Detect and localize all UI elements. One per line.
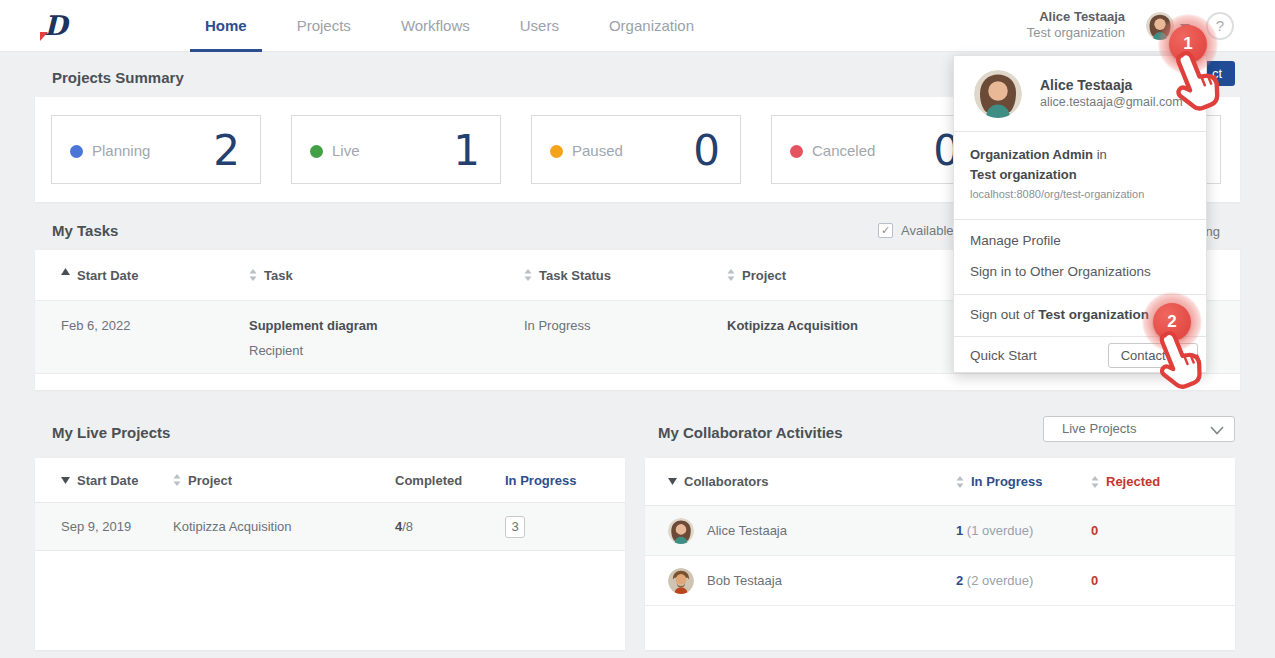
task-name[interactable]: Supplement diagram [249,318,524,333]
task-status: In Progress [524,301,727,373]
dropdown-user-name: Alice Testaaja [1040,77,1183,94]
card-label: Live [332,142,360,159]
col-task-status[interactable]: Task Status [524,268,727,283]
org-url: localhost:8080/org/test-organization [970,185,1190,203]
my-live-projects-panel: Start Date Project Completed In Progress… [35,458,625,650]
chevron-down-icon [1210,426,1224,435]
col-collaborators[interactable]: Collaborators [668,474,956,489]
lp-in-progress-cell: 3 [505,516,625,538]
user-info[interactable]: Alice Testaaja Test organization [1027,9,1125,41]
task-role: Recipient [249,343,524,358]
col-lp-in-progress[interactable]: In Progress [505,473,625,488]
card-label: Planning [92,142,150,159]
col-ca-rejected[interactable]: Rejected [1091,474,1235,489]
collaborator-avatar [668,568,694,594]
canceled-dot [790,145,803,158]
col-lp-project[interactable]: Project [173,473,395,488]
collaborator-name: Alice Testaaja [707,523,787,538]
card-label: Paused [572,142,623,159]
live-project-row[interactable]: Sep 9, 2019 Kotipizza Acquisition 4/8 3 [35,503,625,551]
lp-completed: 4/8 [395,519,505,534]
dropdown-org-info: Organization Admin in Test organization … [954,132,1206,220]
main-nav: Home Projects Workflows Users Organizati… [190,0,729,52]
select-value: Live Projects [1062,421,1136,436]
dashboard-page: D Home Projects Workflows Users Organiza… [0,0,1275,658]
lp-in-progress-count[interactable]: 3 [505,516,525,538]
nav-users[interactable]: Users [505,0,574,52]
menu-item-manage-profile[interactable]: Manage Profile [954,225,1206,256]
collaborator-avatar [668,518,694,544]
col-task[interactable]: Task [249,268,524,283]
nav-organization[interactable]: Organization [594,0,709,52]
logo-letter: D [44,10,67,41]
ca-rejected: 0 [1091,573,1235,588]
live-projects-table-header: Start Date Project Completed In Progress [35,458,625,503]
top-bar: D Home Projects Workflows Users Organiza… [0,0,1275,52]
collaborator-row[interactable]: Alice Testaaja 1 (1 overdue) 0 [645,506,1235,556]
available-checkbox[interactable]: ✓ [878,223,893,238]
filter-label-tail: ng [1206,224,1220,239]
user-name: Alice Testaaja [1027,9,1125,25]
col-ca-in-progress[interactable]: In Progress [956,474,1091,489]
ca-in-progress: 1 (1 overdue) [956,523,1091,538]
collaborators-table-header: Collaborators In Progress Rejected [645,458,1235,506]
summary-card-canceled[interactable]: Canceled 0 [771,115,981,184]
card-value: 1 [453,116,480,185]
collaborator-cell: Bob Testaaja [668,568,956,594]
collaborator-activities-title: My Collaborator Activities [658,424,842,441]
collaborator-activities-panel: Collaborators In Progress Rejected Alice… [645,458,1235,650]
live-dot [310,145,323,158]
nav-projects[interactable]: Projects [282,0,366,52]
card-value: 0 [693,116,720,185]
card-value: 2 [213,116,240,185]
dropdown-user-email: alice.testaaja@gmail.com [1040,94,1183,110]
task-project-name[interactable]: Kotipizza Acquisition [727,318,858,333]
col-start-date[interactable]: Start Date [61,268,249,283]
dropdown-items: Manage Profile Sign in to Other Organiza… [954,220,1206,295]
nav-home[interactable]: Home [190,0,262,52]
collaborator-cell: Alice Testaaja [668,518,956,544]
ca-in-progress: 2 (2 overdue) [956,573,1091,588]
dropdown-avatar [974,70,1022,118]
paused-dot [550,145,563,158]
summary-card-paused[interactable]: Paused 0 [531,115,741,184]
col-lp-start-date[interactable]: Start Date [61,473,173,488]
available-filter[interactable]: ✓ Available [878,223,954,238]
lp-project: Kotipizza Acquisition [173,519,395,534]
my-tasks-title: My Tasks [52,222,118,239]
menu-item-sign-in-other-orgs[interactable]: Sign in to Other Organizations [954,256,1206,287]
app-logo-icon[interactable]: D [40,8,70,44]
live-projects-select[interactable]: Live Projects [1043,416,1235,442]
org-name: Test organization [970,165,1190,185]
task-name-cell: Supplement diagram Recipient [249,301,524,373]
org-role: Organization Admin [970,147,1093,162]
my-live-projects-title: My Live Projects [52,424,170,441]
ca-rejected: 0 [1091,523,1235,538]
planning-dot [70,145,83,158]
card-label: Canceled [812,142,875,159]
summary-card-live[interactable]: Live 1 [291,115,501,184]
collaborator-name: Bob Testaaja [707,573,782,588]
lp-start-date: Sep 9, 2019 [61,519,173,534]
nav-workflows[interactable]: Workflows [386,0,485,52]
available-checkbox-label: Available [901,223,954,238]
menu-item-quick-start[interactable]: Quick Start [970,348,1037,363]
summary-card-planning[interactable]: Planning 2 [51,115,261,184]
org-role-suffix: in [1093,147,1107,162]
col-lp-completed[interactable]: Completed [395,473,505,488]
user-organization: Test organization [1027,25,1125,41]
collaborator-row[interactable]: Bob Testaaja 2 (2 overdue) 0 [645,556,1235,606]
task-start-date: Feb 6, 2022 [61,301,249,373]
projects-summary-title: Projects Summary [52,69,184,86]
